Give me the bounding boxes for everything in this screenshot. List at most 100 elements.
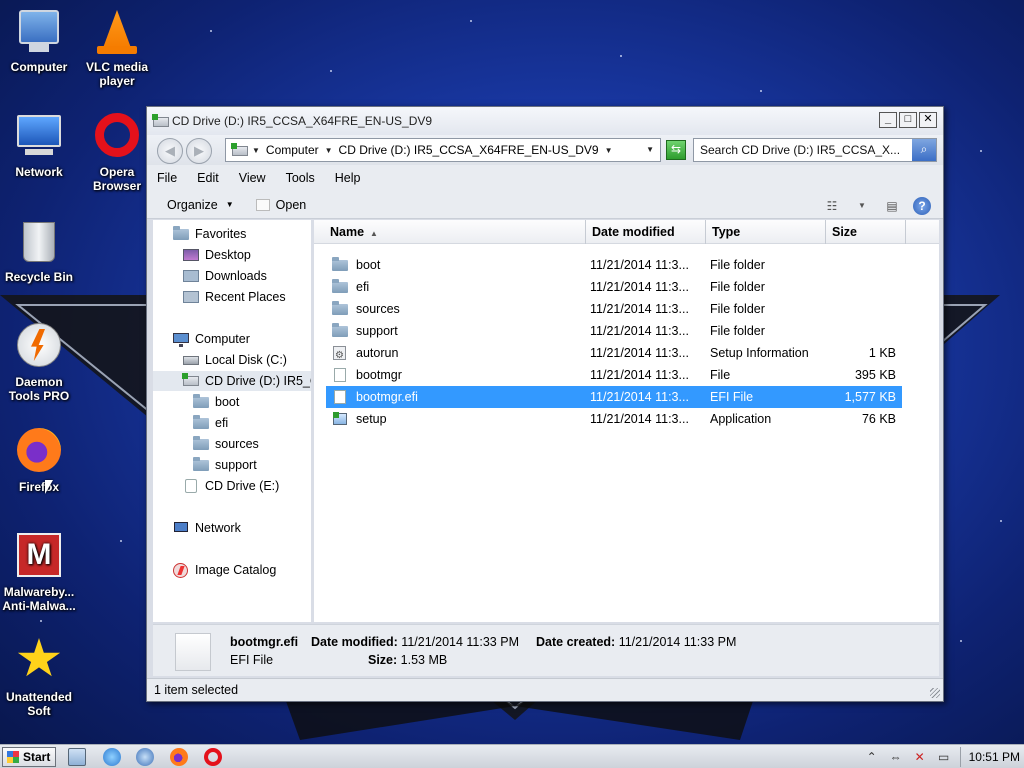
chevron-down-icon[interactable]: ▼ (853, 198, 871, 214)
search-icon[interactable]: ⌕ (912, 139, 936, 161)
column-header-size[interactable]: Size (826, 220, 906, 244)
nav-recent-places[interactable]: Recent Places (183, 287, 286, 307)
setup-information-icon (332, 345, 348, 364)
explorer-quicklaunch-icon[interactable] (68, 748, 86, 766)
file-row[interactable]: boot 11/21/2014 11:3... File folder (326, 254, 902, 276)
desktop-icon (183, 248, 199, 262)
file-row[interactable]: support 11/21/2014 11:3... File folder (326, 320, 902, 342)
address-bar[interactable]: ▼ Computer ▼ CD Drive (D:) IR5_CCSA_X64F… (225, 138, 661, 162)
breadcrumb-arrow-icon[interactable]: ▼ (605, 146, 613, 155)
menu-edit[interactable]: Edit (197, 171, 219, 185)
breadcrumb-computer[interactable]: Computer (266, 143, 319, 157)
opera-quicklaunch-icon[interactable] (204, 748, 222, 766)
file-date: 11/21/2014 11:3... (590, 302, 689, 316)
back-button[interactable]: ◀ (157, 138, 183, 164)
file-icon (332, 368, 348, 382)
folder-icon (193, 436, 209, 451)
ie-quicklaunch-icon[interactable] (103, 748, 121, 766)
nav-cd-drive-e[interactable]: CD Drive (E:) (183, 476, 279, 496)
cd-drive-icon (182, 373, 199, 388)
menu-view[interactable]: View (239, 171, 266, 185)
desktop-icon-network[interactable]: Network (0, 113, 79, 179)
search-input[interactable]: Search CD Drive (D:) IR5_CCSA_X... ⌕ (693, 138, 937, 162)
help-icon[interactable]: ? (913, 197, 931, 215)
nav-folder-efi[interactable]: efi (193, 413, 228, 433)
nav-local-disk[interactable]: Local Disk (C:) (183, 350, 287, 370)
status-text: 1 item selected (154, 683, 239, 697)
nav-network[interactable]: Network (173, 518, 241, 538)
desktop-icon-opera[interactable]: Opera Browser (77, 113, 157, 193)
start-button[interactable]: Start (2, 747, 56, 767)
opera-icon (93, 113, 141, 161)
address-dropdown-icon[interactable]: ▼ (646, 145, 654, 154)
cd-drive-icon (183, 479, 199, 493)
maximize-button[interactable]: □ (899, 112, 917, 128)
organize-button[interactable]: Organize ▼ (167, 198, 234, 212)
resize-grip-icon[interactable] (930, 688, 940, 698)
nav-favorites[interactable]: Favorites (173, 224, 246, 244)
breadcrumb-arrow-icon[interactable]: ▼ (252, 146, 260, 155)
nav-folder-sources[interactable]: sources (193, 434, 259, 454)
preview-pane-icon[interactable]: ▤ (883, 198, 901, 214)
file-row[interactable]: efi 11/21/2014 11:3... File folder (326, 276, 902, 298)
nav-downloads[interactable]: Downloads (183, 266, 267, 286)
title-bar[interactable]: CD Drive (D:) IR5_CCSA_X64FRE_EN-US_DV9 … (147, 107, 943, 135)
close-button[interactable]: ✕ (919, 112, 937, 128)
nav-cd-drive-d[interactable]: CD Drive (D:) IR5_C (153, 371, 311, 391)
desktop-icon-malwarebytes[interactable]: M Malwareby... Anti-Malwa... (0, 533, 79, 613)
menu-tools[interactable]: Tools (286, 171, 315, 185)
file-row[interactable]: sources 11/21/2014 11:3... File folder (326, 298, 902, 320)
desktop-icon-daemon-tools[interactable]: Daemon Tools PRO (0, 323, 79, 403)
column-label: Type (712, 225, 741, 239)
nav-folder-boot[interactable]: boot (193, 392, 239, 412)
desktop-icon-label: Malwareby... Anti-Malwa... (2, 585, 76, 613)
minimize-button[interactable]: _ (879, 112, 897, 128)
file-date: 11/21/2014 11:3... (590, 412, 689, 426)
computer-icon (15, 8, 63, 56)
action-center-icon[interactable]: ▭ (936, 749, 952, 765)
breadcrumb-cd-drive[interactable]: CD Drive (D:) IR5_CCSA_X64FRE_EN-US_DV9 (339, 143, 599, 157)
details-file-type: EFI File (230, 653, 274, 667)
desktop-icon-recycle-bin[interactable]: Recycle Bin (0, 218, 79, 284)
file-name: setup (356, 412, 387, 426)
menu-help[interactable]: Help (335, 171, 361, 185)
nav-image-catalog[interactable]: Image Catalog (173, 560, 276, 580)
cd-drive-icon (231, 143, 248, 156)
column-header-date[interactable]: Date modified (586, 220, 706, 244)
details-date-created: Date created: 11/21/2014 11:33 PM (536, 635, 736, 649)
menu-file[interactable]: File (157, 171, 177, 185)
file-row[interactable]: bootmgr 11/21/2014 11:3... File 395 KB (326, 364, 902, 386)
column-header-type[interactable]: Type (706, 220, 826, 244)
nav-desktop[interactable]: Desktop (183, 245, 251, 265)
mouse-cursor-icon (45, 480, 53, 494)
file-name: bootmgr.efi (356, 390, 418, 404)
breadcrumb-arrow-icon[interactable]: ▼ (325, 146, 333, 155)
column-header-name[interactable]: Name ▲ (324, 220, 586, 244)
network-tray-icon[interactable]: ⇔ (888, 749, 904, 765)
firefox-quicklaunch-icon[interactable] (170, 748, 188, 766)
file-row[interactable]: autorun 11/21/2014 11:3... Setup Informa… (326, 342, 902, 364)
clock[interactable]: 10:51 PM (959, 747, 1020, 767)
search-quicklaunch-icon[interactable] (136, 748, 154, 766)
file-type: Setup Information (710, 346, 809, 360)
volume-muted-icon[interactable]: ✕ (912, 749, 928, 765)
nav-label: CD Drive (E:) (205, 479, 280, 493)
file-row-selected[interactable]: bootmgr.efi 11/21/2014 11:3... EFI File … (326, 386, 902, 408)
desktop-icon-computer[interactable]: Computer (0, 8, 79, 74)
details-file-name: bootmgr.efi (230, 635, 299, 649)
file-name: support (356, 324, 398, 338)
daemon-tools-icon (15, 323, 63, 371)
show-hidden-icons-icon[interactable]: ⌃ (864, 749, 880, 765)
refresh-button[interactable]: ⇆ (666, 140, 686, 160)
nav-computer[interactable]: Computer (173, 329, 250, 349)
forward-button[interactable]: ▶ (186, 138, 212, 164)
desktop-icon-unattended-soft[interactable]: Unattended Soft (0, 638, 79, 718)
view-options-icon[interactable]: ☷ (823, 198, 841, 214)
desktop-icon-vlc[interactable]: VLC media player (77, 8, 157, 88)
details-label: Date created: (536, 635, 616, 649)
nav-folder-support[interactable]: support (193, 455, 257, 475)
open-button[interactable]: Open (255, 198, 306, 212)
file-row[interactable]: setup 11/21/2014 11:3... Application 76 … (326, 408, 902, 430)
file-type: File folder (710, 324, 765, 338)
desktop-icon-firefox[interactable]: Firefox (0, 428, 79, 494)
